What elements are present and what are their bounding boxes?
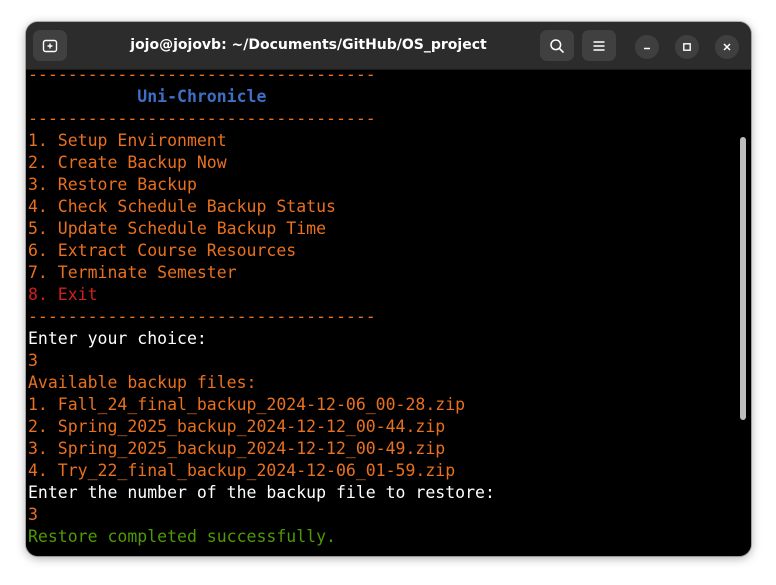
search-button[interactable] xyxy=(540,30,574,61)
close-icon xyxy=(723,43,731,51)
minimize-button[interactable] xyxy=(635,35,659,59)
terminal-line: 6. Extract Course Resources xyxy=(28,241,297,260)
terminal-line: 4. Check Schedule Backup Status xyxy=(28,197,336,216)
maximize-icon xyxy=(683,43,691,51)
close-button[interactable] xyxy=(715,35,739,59)
new-tab-button[interactable] xyxy=(33,30,67,61)
terminal-line: 2. Create Backup Now xyxy=(28,153,227,172)
terminal-line: Enter your choice: xyxy=(28,329,207,348)
terminal-output[interactable]: ----------------------------------- Uni-… xyxy=(26,70,751,556)
terminal-line: 3 xyxy=(28,351,38,370)
maximize-button[interactable] xyxy=(675,35,699,59)
terminal-line: 1. Fall_24_final_backup_2024-12-06_00-28… xyxy=(28,395,466,414)
terminal-line: 1. Setup Environment xyxy=(28,131,227,150)
terminal-line: 8. Exit xyxy=(28,285,98,304)
terminal-line: 3. Restore Backup xyxy=(28,175,197,194)
terminal-line: 4. Try_22_final_backup_2024-12-06_01-59.… xyxy=(28,461,456,480)
menu-button[interactable] xyxy=(582,30,616,61)
terminal-line: ----------------------------------- xyxy=(28,109,376,128)
minimize-icon xyxy=(644,47,650,50)
terminal-line: ----------------------------------- xyxy=(28,307,376,326)
terminal-line: Uni-Chronicle xyxy=(28,87,267,106)
terminal-line: Restore completed successfully. xyxy=(28,527,336,546)
scrollbar-thumb[interactable] xyxy=(740,137,746,420)
terminal-window: jojo@jojovb: ~/Documents/GitHub/OS_proje… xyxy=(26,22,751,556)
terminal-line: Available backup files: xyxy=(28,373,257,392)
terminal-line: 7. Terminate Semester xyxy=(28,263,237,282)
terminal-line: ----------------------------------- xyxy=(28,70,376,84)
terminal-line: 3 xyxy=(28,505,38,524)
title-bar: jojo@jojovb: ~/Documents/GitHub/OS_proje… xyxy=(26,22,751,70)
search-icon xyxy=(550,38,564,53)
window-title: jojo@jojovb: ~/Documents/GitHub/OS_proje… xyxy=(130,37,487,53)
terminal-line: 3. Spring_2025_backup_2024-12-12_00-49.z… xyxy=(28,439,446,458)
new-tab-icon xyxy=(42,39,58,52)
hamburger-menu-icon xyxy=(593,40,605,51)
terminal-line: Enter the number of the backup file to r… xyxy=(28,483,495,502)
terminal-line: 5. Update Schedule Backup Time xyxy=(28,219,327,238)
terminal-lines: ----------------------------------- Uni-… xyxy=(28,70,495,548)
terminal-line: 2. Spring_2025_backup_2024-12-12_00-44.z… xyxy=(28,417,446,436)
